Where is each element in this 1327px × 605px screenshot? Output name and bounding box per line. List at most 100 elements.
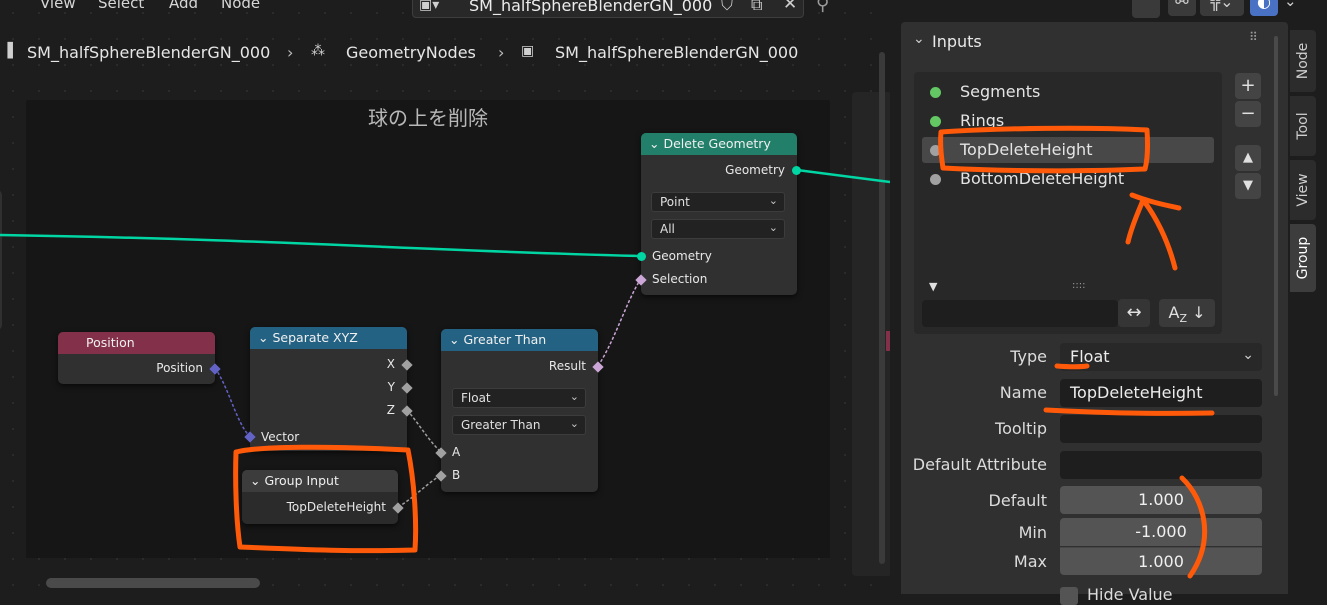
separate-xyz-node[interactable]: ⌄ Separate XYZ X Y Z Vector	[244, 327, 413, 451]
link-position-vector	[214, 367, 251, 438]
vector-input-label: Vector	[261, 430, 300, 444]
default-label: Default	[988, 491, 1047, 510]
hide-value-checkbox[interactable]	[1060, 587, 1078, 605]
hide-value-label: Hide Value	[1087, 585, 1173, 604]
default-attribute-label: Default Attribute	[912, 455, 1047, 474]
tab-view[interactable]: View	[1290, 160, 1316, 220]
sidebar-scrollbar[interactable]	[1274, 36, 1278, 396]
tab-tool[interactable]: Tool	[1290, 96, 1316, 156]
chevron-down-icon: ⌄	[569, 390, 579, 403]
int-socket-icon	[930, 87, 941, 98]
data-type-dropdown[interactable]: Float ⌄	[452, 388, 586, 408]
inputs-list[interactable]: Segments Rings TopDeleteHeight BottomDel…	[914, 72, 1222, 334]
remove-input-minus-icon[interactable]: −	[1235, 101, 1261, 127]
add-input-plus-icon[interactable]: +	[1235, 73, 1261, 99]
default-value-field[interactable]: 1.000	[1060, 486, 1262, 514]
max-value-field[interactable]: 1.000	[1060, 547, 1262, 575]
sort-alphabetical-icon[interactable]: AZ ↓	[1159, 299, 1215, 327]
position-node[interactable]: Position Position	[58, 332, 221, 384]
tooltip-label: Tooltip	[995, 419, 1047, 438]
move-down-arrow-icon[interactable]: ▼	[1235, 173, 1261, 199]
panel-title[interactable]: Inputs	[932, 32, 982, 51]
panel-collapse-chevron-icon[interactable]: ⌄	[913, 31, 925, 47]
max-label: Max	[1013, 552, 1047, 571]
position-output-label: Position	[156, 361, 203, 375]
chevron-down-icon: ⌄	[768, 194, 778, 207]
delete-geometry-input-label: Geometry	[652, 249, 712, 263]
list-item[interactable]: Rings	[922, 108, 1214, 134]
position-title: Position	[86, 335, 135, 350]
min-value-field[interactable]: -1.000	[1060, 518, 1262, 546]
float-socket-icon	[930, 145, 941, 156]
name-label: Name	[999, 383, 1047, 402]
group-input-header[interactable]: ⌄ Group Input	[242, 470, 398, 492]
operation-dropdown[interactable]: Greater Than ⌄	[452, 415, 586, 435]
group-input-title: Group Input	[264, 473, 339, 488]
chevron-down-icon: ⌄	[1242, 347, 1254, 363]
link-z-a	[406, 409, 442, 453]
geometry-input-socket[interactable]	[637, 252, 646, 261]
chevron-down-icon[interactable]: ⌄	[1284, 0, 1297, 10]
min-label: Min	[1018, 523, 1047, 542]
int-socket-icon	[930, 116, 941, 127]
snapping-icon[interactable]: ⚯	[1168, 0, 1196, 16]
a-input-label: A	[452, 445, 461, 459]
tab-group-label: Group	[1295, 236, 1311, 280]
chevron-down-icon: ⌄	[569, 417, 579, 430]
delete-geometry-header[interactable]: ⌄ Delete Geometry	[641, 133, 797, 155]
default-attribute-field[interactable]	[1060, 451, 1262, 479]
node-editor-canvas[interactable]: View Select Add Node ▣▾ SM_halfSphereBle…	[0, 0, 890, 594]
list-item[interactable]: BottomDeleteHeight	[922, 166, 1214, 192]
node-links	[0, 168, 890, 508]
domain-dropdown[interactable]: Point ⌄	[651, 192, 785, 212]
domain-value: Point	[660, 195, 690, 209]
type-label: Type	[1010, 347, 1047, 366]
list-item-label: TopDeleteHeight	[960, 140, 1093, 159]
y-output-label: Y	[387, 380, 395, 394]
collapse-chevron-icon[interactable]: ⌄	[649, 136, 659, 151]
collapse-chevron-icon[interactable]: ⌄	[449, 332, 459, 347]
mode-dropdown[interactable]: All ⌄	[651, 219, 785, 239]
name-field[interactable]: TopDeleteHeight	[1060, 379, 1262, 407]
geometry-output-socket[interactable]	[792, 166, 801, 175]
delete-geometry-output-label: Geometry	[725, 163, 785, 177]
list-item-label: Rings	[960, 111, 1005, 130]
tooltip-field[interactable]	[1060, 415, 1262, 443]
list-item-selected[interactable]: TopDeleteHeight	[922, 137, 1214, 163]
panel-drag-handle-icon[interactable]: ⠿	[1249, 30, 1258, 44]
type-dropdown[interactable]: Float ⌄	[1060, 343, 1262, 371]
collapse-chevron-icon[interactable]: ⌄	[250, 473, 260, 488]
position-header[interactable]: Position	[58, 332, 215, 354]
snap-grid-icon[interactable]: ╬⌄	[1200, 0, 1244, 16]
list-item-label: Segments	[960, 82, 1041, 101]
invert-filter-arrows-icon[interactable]: ↔	[1118, 299, 1150, 327]
move-up-arrow-icon[interactable]: ▲	[1235, 145, 1261, 171]
collapse-chevron-icon[interactable]: ⌄	[258, 330, 268, 345]
greater-than-title: Greater Than	[463, 332, 547, 347]
link-group-b	[397, 474, 442, 508]
greater-than-node[interactable]: ⌄ Greater Than Result Float ⌄ Greater Tha…	[435, 329, 604, 492]
list-item[interactable]: Segments	[922, 79, 1214, 105]
overlay-toggle-button[interactable]	[1132, 0, 1160, 18]
group-input-node[interactable]: ⌄ Group Input TopDeleteHeight	[242, 470, 404, 524]
mode-value: All	[660, 222, 675, 236]
greater-than-header[interactable]: ⌄ Greater Than	[441, 329, 598, 351]
tab-node[interactable]: Node	[1290, 30, 1316, 92]
sidebar-tabs: Node Tool View Group	[1288, 22, 1327, 594]
chevron-down-icon: ⌄	[768, 221, 778, 234]
gizmo-toggle-icon[interactable]: ◐	[1250, 0, 1278, 16]
float-socket-icon	[930, 174, 941, 185]
tab-view-label: View	[1295, 173, 1311, 207]
tab-group[interactable]: Group	[1290, 224, 1316, 292]
link-geometry-out	[796, 168, 890, 184]
delete-geometry-node[interactable]: ⌄ Delete Geometry Geometry Point ⌄ All ⌄ G…	[635, 133, 801, 295]
link-result-selection	[597, 279, 641, 367]
operation-value: Greater Than	[461, 418, 541, 432]
group-input-output-label: TopDeleteHeight	[286, 500, 386, 514]
separate-xyz-header[interactable]: ⌄ Separate XYZ	[250, 327, 407, 349]
list-resize-handle-icon[interactable]: ::::	[1072, 280, 1085, 291]
z-output-label: Z	[386, 403, 395, 417]
filter-options-triangle-icon[interactable]: ▼	[929, 280, 937, 293]
filter-search-input[interactable]	[922, 300, 1118, 327]
x-output-label: X	[386, 357, 395, 371]
